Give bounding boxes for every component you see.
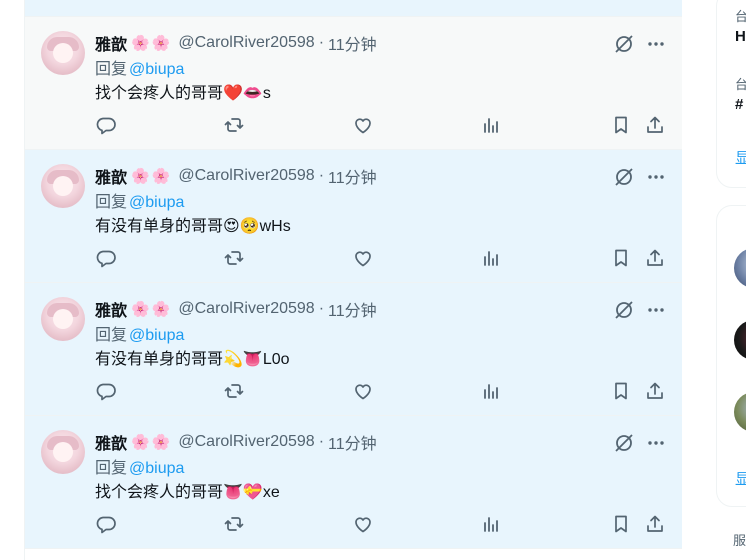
- timestamp[interactable]: 11分钟: [328, 297, 377, 321]
- separator-dot: ·: [318, 300, 325, 317]
- views-icon[interactable]: [480, 114, 502, 136]
- repost-icon[interactable]: [223, 114, 245, 136]
- bookmark-icon[interactable]: [610, 247, 632, 269]
- tweet[interactable]: 雅歆 🌸🌸 @CarolRiver20598 · 11分钟 回复 @biupa 有…: [25, 283, 683, 416]
- bookmark-icon[interactable]: [610, 513, 632, 535]
- timeline: 雅歆 🌸🌸 @CarolRiver20598 · 11分钟 回复 @biupa 找…: [24, 0, 684, 560]
- tweet[interactable]: 雅歆 🌸🌸 @CarolRiver20598 · 11分钟 回复 @biupa 找…: [25, 17, 683, 150]
- more-options-icon[interactable]: [645, 33, 667, 55]
- repost-icon[interactable]: [223, 513, 245, 535]
- tweet-header: 雅歆 🌸🌸 @CarolRiver20598 · 11分钟: [95, 164, 377, 188]
- user-handle[interactable]: @CarolRiver20598: [178, 300, 314, 318]
- reply-icon[interactable]: [95, 513, 117, 535]
- display-name[interactable]: 雅歆: [95, 164, 127, 188]
- action-bar: [95, 247, 669, 269]
- trend-title[interactable]: #: [735, 96, 743, 113]
- avatar[interactable]: [41, 430, 85, 474]
- user-handle[interactable]: @CarolRiver20598: [178, 433, 314, 451]
- like-icon[interactable]: [352, 114, 374, 136]
- reply-icon[interactable]: [95, 247, 117, 269]
- footer-link[interactable]: 服: [733, 530, 746, 549]
- tweet-text: 有没有单身的哥哥💫👅L0o: [95, 351, 290, 368]
- views-icon[interactable]: [480, 247, 502, 269]
- bookmark-icon[interactable]: [610, 114, 632, 136]
- reply-prefix: 回复: [95, 460, 128, 477]
- trend-meta: 台: [735, 9, 746, 24]
- timestamp[interactable]: 11分钟: [328, 164, 377, 188]
- display-name[interactable]: 雅歆: [95, 297, 127, 321]
- show-more-link[interactable]: 显: [735, 468, 746, 489]
- show-more-link[interactable]: 显: [735, 147, 746, 168]
- reply-prefix: 回复: [95, 61, 128, 78]
- timestamp[interactable]: 11分钟: [328, 31, 377, 55]
- more-options-icon[interactable]: [645, 432, 667, 454]
- share-icon[interactable]: [644, 247, 666, 269]
- reply-mention[interactable]: @biupa: [129, 460, 184, 477]
- grok-icon[interactable]: [613, 166, 635, 188]
- separator-dot: ·: [318, 167, 325, 184]
- reply-icon[interactable]: [95, 380, 117, 402]
- share-icon[interactable]: [644, 380, 666, 402]
- avatar[interactable]: [41, 164, 85, 208]
- name-emoji: 🌸🌸: [131, 168, 173, 185]
- name-emoji: 🌸🌸: [131, 301, 173, 318]
- name-emoji: 🌸🌸: [131, 35, 173, 52]
- user-handle[interactable]: @CarolRiver20598: [178, 34, 314, 52]
- right-sidebar: 台 H 台 # 显 显 服: [682, 0, 746, 560]
- tweet-text: 找个会疼人的哥哥👅💝xe: [95, 484, 280, 501]
- reply-mention[interactable]: @biupa: [129, 327, 184, 344]
- timestamp[interactable]: 11分钟: [328, 430, 377, 454]
- grok-icon[interactable]: [613, 33, 635, 55]
- action-bar: [95, 380, 669, 402]
- trend-meta: 台: [735, 77, 746, 92]
- tweet-text: 有没有单身的哥哥😍🥺wHs: [95, 218, 291, 235]
- reply-icon[interactable]: [95, 114, 117, 136]
- repost-icon[interactable]: [223, 380, 245, 402]
- share-icon[interactable]: [644, 114, 666, 136]
- reply-prefix: 回复: [95, 194, 128, 211]
- tweet-header: 雅歆 🌸🌸 @CarolRiver20598 · 11分钟: [95, 31, 377, 55]
- tweet[interactable]: 雅歆 🌸🌸 @CarolRiver20598 · 11分钟 回复 @biupa 找…: [25, 416, 683, 549]
- trend-title[interactable]: H: [735, 28, 746, 45]
- display-name[interactable]: 雅歆: [95, 430, 127, 454]
- left-gutter: [0, 0, 24, 560]
- grok-icon[interactable]: [613, 299, 635, 321]
- tweet-header: 雅歆 🌸🌸 @CarolRiver20598 · 11分钟: [95, 297, 377, 321]
- avatar[interactable]: [41, 31, 85, 75]
- bookmark-icon[interactable]: [610, 380, 632, 402]
- tweet[interactable]: 雅歆 🌸🌸 @CarolRiver20598 · 11分钟 回复 @biupa 有…: [25, 150, 683, 283]
- share-icon[interactable]: [644, 513, 666, 535]
- repost-icon[interactable]: [223, 247, 245, 269]
- name-emoji: 🌸🌸: [131, 434, 173, 451]
- user-handle[interactable]: @CarolRiver20598: [178, 167, 314, 185]
- grok-icon[interactable]: [613, 432, 635, 454]
- tweet-text: 找个会疼人的哥哥❤️👄s: [95, 85, 271, 102]
- display-name[interactable]: 雅歆: [95, 31, 127, 55]
- action-bar: [95, 513, 669, 535]
- reply-context: 回复 @biupa: [95, 321, 184, 345]
- more-options-icon[interactable]: [645, 166, 667, 188]
- reply-context: 回复 @biupa: [95, 188, 184, 212]
- separator-dot: ·: [318, 433, 325, 450]
- more-options-icon[interactable]: [645, 299, 667, 321]
- tweet-header: 雅歆 🌸🌸 @CarolRiver20598 · 11分钟: [95, 430, 377, 454]
- avatar[interactable]: [41, 297, 85, 341]
- action-bar: [95, 114, 669, 136]
- like-icon[interactable]: [352, 513, 374, 535]
- views-icon[interactable]: [480, 380, 502, 402]
- reply-mention[interactable]: @biupa: [129, 194, 184, 211]
- reply-context: 回复 @biupa: [95, 454, 184, 478]
- previous-tweet-edge: [25, 0, 683, 17]
- like-icon[interactable]: [352, 380, 374, 402]
- separator-dot: ·: [318, 34, 325, 51]
- reply-context: 回复 @biupa: [95, 55, 184, 79]
- reply-mention[interactable]: @biupa: [129, 61, 184, 78]
- views-icon[interactable]: [480, 513, 502, 535]
- like-icon[interactable]: [352, 247, 374, 269]
- reply-prefix: 回复: [95, 327, 128, 344]
